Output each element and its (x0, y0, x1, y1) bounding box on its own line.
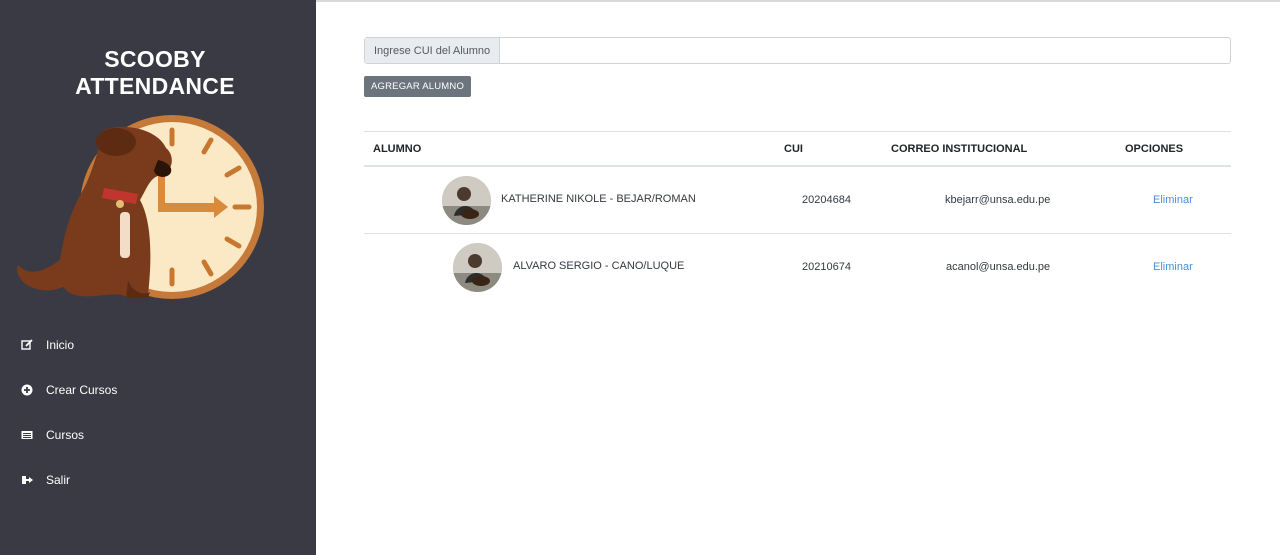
add-student-button[interactable]: AGREGAR ALUMNO (364, 76, 472, 97)
student-email: kbejarr@unsa.edu.pe (945, 194, 1051, 206)
sign-out-icon (21, 474, 33, 486)
student-name: KATHERINE NIKOLE - BEJAR/ROMAN (501, 193, 696, 205)
student-cui: 20210674 (802, 261, 851, 273)
sidebar-nav: Inicio Crear Cursos Cursos Salir (0, 322, 316, 502)
main-content: Ingrese CUI del Alumno AGREGAR ALUMNO AL… (316, 0, 1280, 555)
avatar (453, 243, 502, 292)
table-row: ALVARO SERGIO - CANO/LUQUE 20210674 acan… (364, 234, 1231, 301)
delete-link[interactable]: Eliminar (1153, 194, 1193, 206)
student-cui: 20204684 (802, 194, 851, 206)
sidebar-item-inicio[interactable]: Inicio (0, 322, 316, 367)
header-opciones: OPCIONES (1125, 143, 1184, 155)
sidebar-item-salir[interactable]: Salir (0, 457, 316, 502)
delete-link[interactable]: Eliminar (1153, 261, 1193, 273)
plus-circle-icon (21, 384, 33, 396)
header-cui: CUI (784, 143, 803, 155)
cui-search-input[interactable] (500, 38, 1230, 63)
student-name: ALVARO SERGIO - CANO/LUQUE (513, 260, 685, 272)
table-header: ALUMNO CUI CORREO INSTITUCIONAL OPCIONES (364, 131, 1231, 167)
brand-line-1: SCOOBY (104, 46, 206, 72)
sidebar-item-crear-cursos[interactable]: Crear Cursos (0, 367, 316, 412)
list-icon (21, 429, 33, 441)
sidebar: SCOOBY ATTENDANCE Inicio Crear Cursos Cu… (0, 0, 316, 555)
avatar (442, 176, 491, 225)
table-row: KATHERINE NIKOLE - BEJAR/ROMAN 20204684 … (364, 167, 1231, 234)
sidebar-item-label: Cursos (46, 427, 85, 442)
sidebar-item-label: Salir (46, 472, 71, 487)
sidebar-item-label: Crear Cursos (46, 382, 118, 397)
sidebar-item-label: Inicio (46, 337, 75, 352)
students-table: ALUMNO CUI CORREO INSTITUCIONAL OPCIONES… (364, 131, 1231, 301)
cui-search-group: Ingrese CUI del Alumno (364, 37, 1231, 64)
brand-line-2: ATTENDANCE (75, 73, 235, 99)
edit-icon (21, 338, 33, 351)
student-email: acanol@unsa.edu.pe (946, 261, 1051, 273)
sidebar-item-cursos[interactable]: Cursos (0, 412, 316, 457)
dog-clock-logo (17, 115, 264, 299)
header-alumno: ALUMNO (373, 143, 422, 155)
cui-search-label: Ingrese CUI del Alumno (365, 38, 501, 63)
brand-title: SCOOBY ATTENDANCE (0, 46, 310, 100)
header-correo: CORREO INSTITUCIONAL (891, 143, 1028, 155)
